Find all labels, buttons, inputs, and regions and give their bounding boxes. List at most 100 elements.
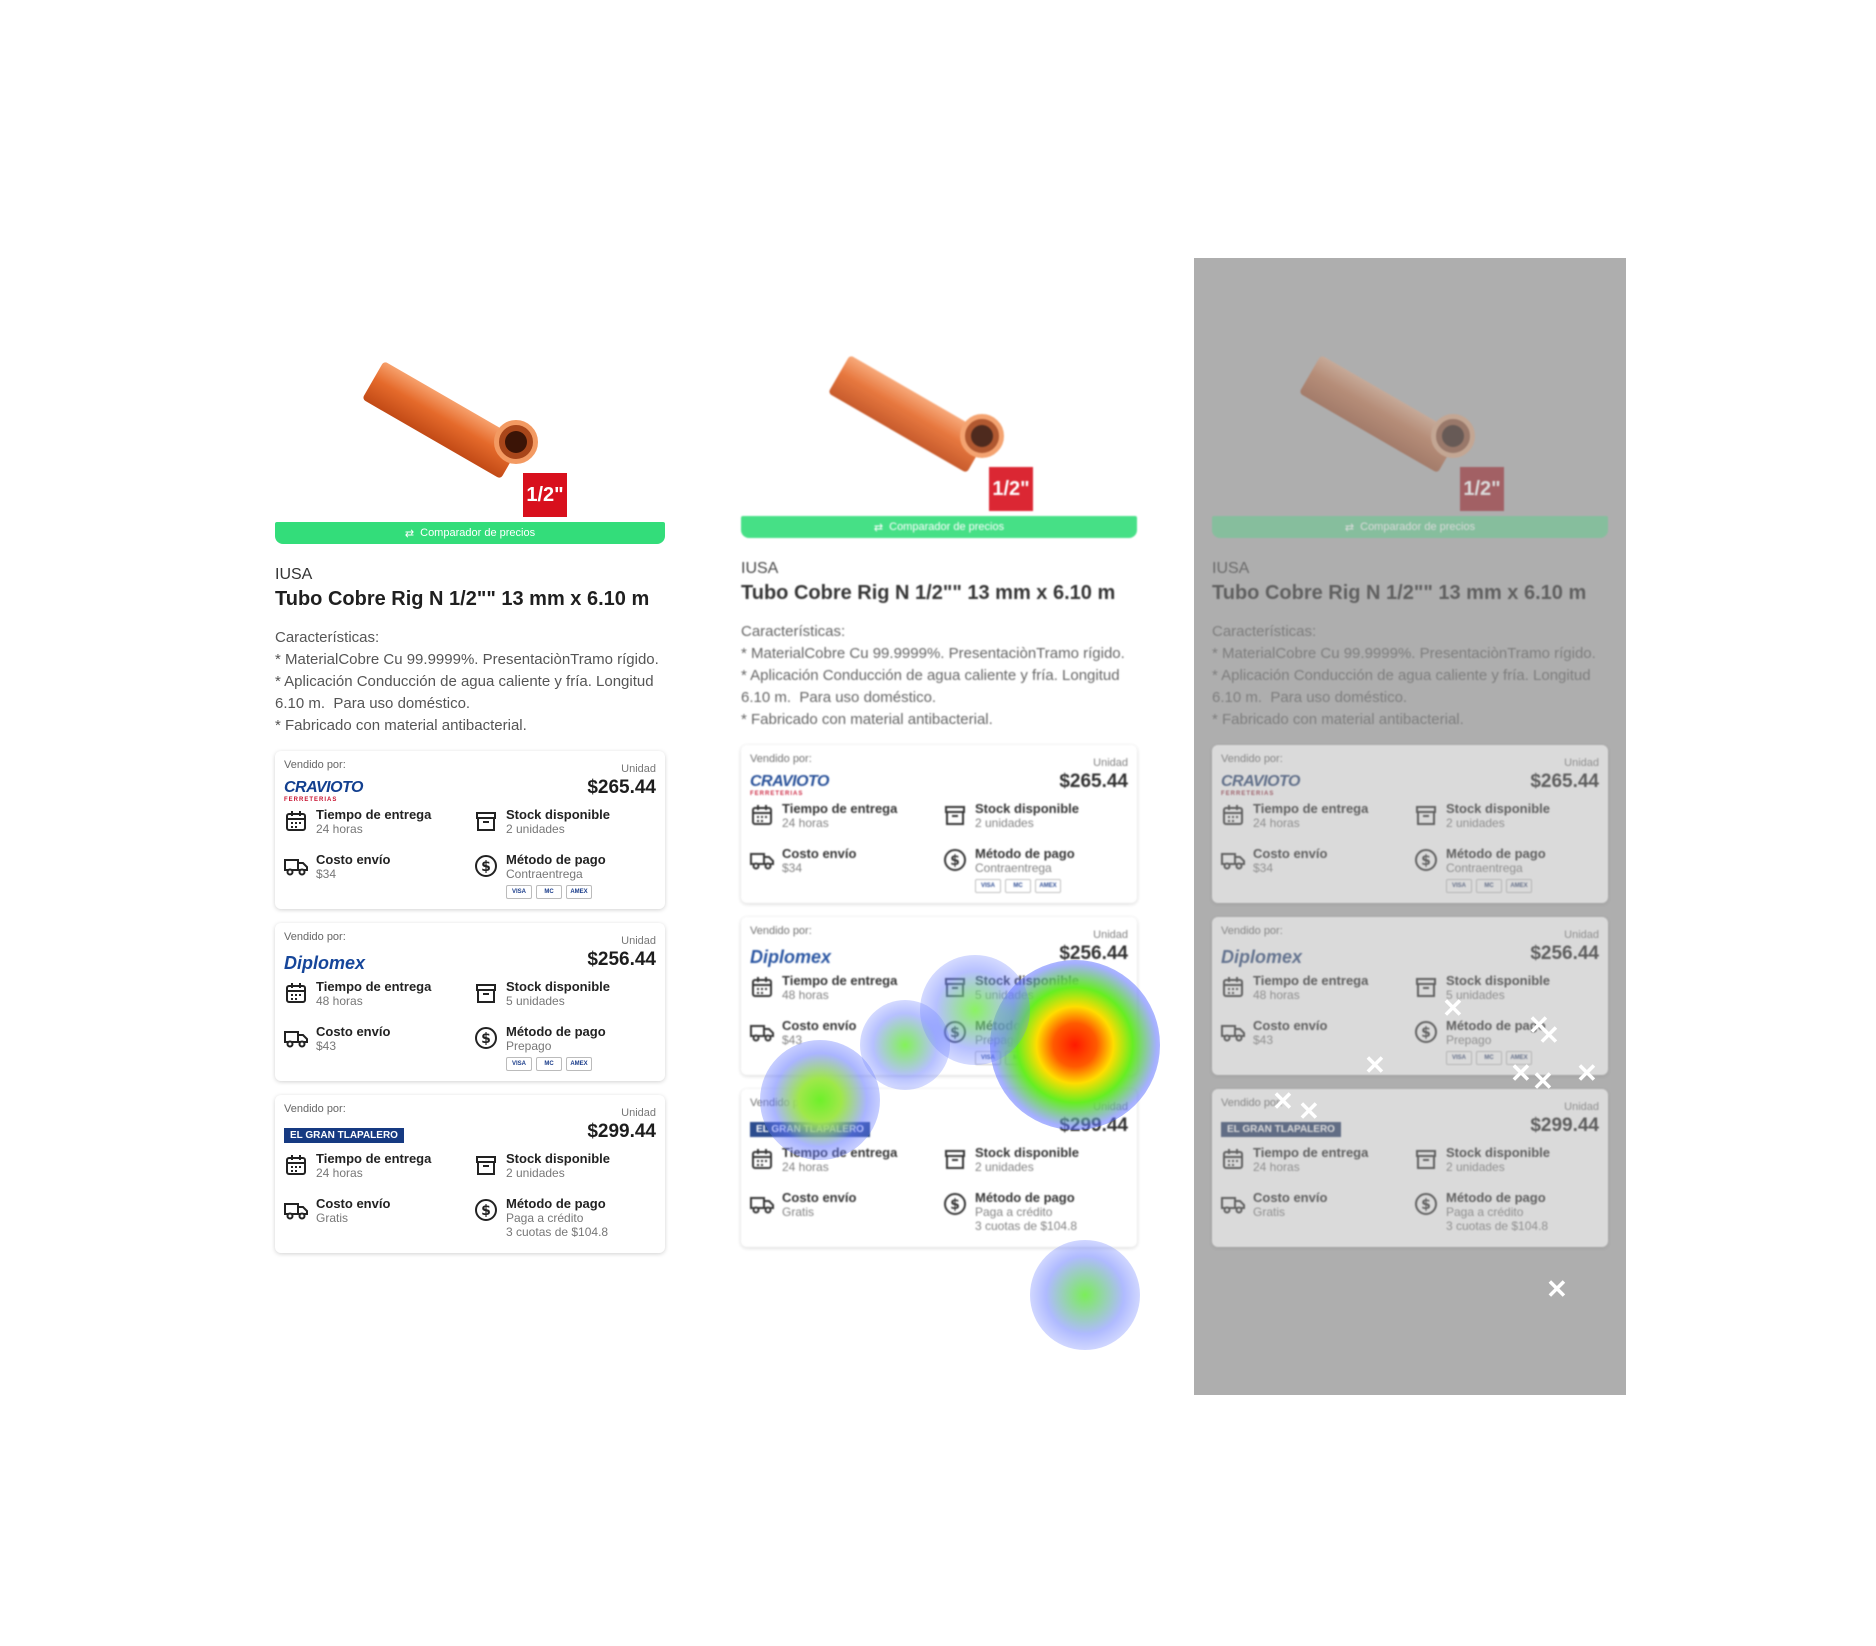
offer-card[interactable]: Vendido por: Diplomex Unidad $256.44 Tie…: [741, 917, 1137, 1075]
product-image: 1/2": [741, 324, 1137, 516]
desc-line: * MaterialCobre Cu 99.9999%. Presentaciò…: [741, 645, 1125, 662]
calendar-icon: [284, 981, 308, 1005]
dollar-circle-icon: $: [943, 1020, 967, 1044]
delivery-time: Tiempo de entrega 48 horas: [1221, 973, 1406, 1002]
delivery-time: Tiempo de entrega 24 horas: [1221, 1145, 1406, 1174]
offer-card[interactable]: Vendido por: EL GRAN TLAPALERO Unidad $2…: [741, 1089, 1137, 1247]
offer-price: $299.44: [1530, 1115, 1599, 1136]
stock-value: 2 unidades: [975, 1160, 1034, 1174]
tlapalero-logo: EL GRAN TLAPALERO: [750, 1121, 870, 1137]
payment-value: Prepago: [506, 1039, 552, 1053]
payment-label: Método de pago: [506, 1196, 606, 1211]
delivery-value: 24 horas: [1253, 816, 1300, 830]
diplomex-logo: Diplomex: [284, 952, 366, 973]
delivery-value: 24 horas: [316, 822, 363, 836]
svg-text:$: $: [481, 1203, 491, 1219]
truck-icon: [1221, 1020, 1245, 1044]
shipping-value: $43: [1253, 1033, 1274, 1047]
gaze-fixation-marker: ✕: [1532, 1066, 1554, 1096]
delivery-value: 24 horas: [1253, 1160, 1300, 1174]
product-title: Tubo Cobre Rig N 1/2"" 13 mm x 6.10 m: [741, 582, 1116, 604]
delivery-value: 24 horas: [782, 816, 829, 830]
dollar-circle-icon: $: [474, 1198, 498, 1222]
truck-icon: [750, 1192, 774, 1216]
tlapalero-logo: EL GRAN TLAPALERO: [284, 1127, 404, 1143]
svg-text:$: $: [481, 1031, 491, 1047]
delivery-time: Tiempo de entrega 24 horas: [284, 807, 466, 836]
delivery-value: 48 horas: [782, 988, 829, 1002]
shipping-value: $34: [316, 867, 337, 881]
calendar-icon: [1221, 1147, 1245, 1171]
unit-label: Unidad: [621, 1107, 656, 1119]
payment-card-icon: AMEX: [566, 885, 592, 899]
stock-label: Stock disponible: [975, 1145, 1080, 1160]
shipping-cost: Costo envío $34: [750, 846, 935, 893]
offer-price: $265.44: [1059, 771, 1128, 792]
payment-label: Método de pago: [975, 846, 1075, 861]
pipe-opening: [1431, 414, 1475, 458]
payment-method: $ Método de pago Prepago VISA MC AMEX: [943, 1018, 1128, 1065]
pipe-opening: [494, 420, 538, 464]
shipping-cost: Costo envío Gratis: [284, 1196, 466, 1243]
payment-card-icon: VISA: [1446, 1051, 1472, 1065]
offer-card[interactable]: Vendido por: Diplomex Unidad $256.44 Tie…: [275, 923, 665, 1081]
payment-method: $ Método de pago Contraentrega VISA MC AME…: [474, 852, 656, 899]
stock-available: Stock disponible 2 unidades: [474, 1151, 656, 1180]
size-badge: 1/2": [523, 473, 567, 517]
compare-prices-bar[interactable]: ⇄ Comparador de precios: [275, 522, 665, 544]
offer-card[interactable]: Vendido por: CRAVIOTO FERRETERIAS Unidad …: [275, 751, 665, 909]
archive-box-icon: [1414, 803, 1438, 827]
payment-value: Contraentrega: [506, 867, 583, 881]
seller-name: CRAVIOTO: [750, 773, 829, 790]
offer-price: $256.44: [1059, 943, 1128, 964]
heatmap-hotspot-payment: [1030, 1240, 1140, 1350]
payment-label: Método de pago: [1446, 846, 1546, 861]
shipping-cost: Costo envío $43: [284, 1024, 466, 1071]
truck-icon: [750, 1020, 774, 1044]
desc-line: * Fabricado con material antibacterial.: [741, 711, 993, 728]
sold-by-label: Vendido por:: [750, 753, 812, 765]
unit-label: Unidad: [1564, 929, 1599, 941]
shipping-cost: Costo envío $34: [1221, 846, 1406, 893]
archive-box-icon: [1414, 975, 1438, 999]
stock-label: Stock disponible: [975, 973, 1080, 988]
delivery-value: 24 horas: [316, 1166, 363, 1180]
payment-badges: VISA MC AMEX: [506, 885, 606, 899]
payment-card-icon: AMEX: [566, 1057, 592, 1071]
offer-card[interactable]: Vendido por: CRAVIOTO FERRETERIAS Unidad …: [1212, 745, 1608, 903]
shipping-label: Costo envío: [316, 1024, 391, 1039]
compare-prices-bar[interactable]: ⇄ Comparador de precios: [741, 516, 1137, 538]
unit-label: Unidad: [621, 763, 656, 775]
truck-icon: [750, 848, 774, 872]
offer-price: $256.44: [1530, 943, 1599, 964]
calendar-icon: [750, 803, 774, 827]
unit-label: Unidad: [1093, 1101, 1128, 1113]
payment-card-icon: VISA: [1446, 879, 1472, 893]
desc-line: * Aplicación Conducción de agua caliente…: [741, 667, 1124, 706]
seller-logo: Diplomex: [1221, 945, 1302, 969]
delivery-label: Tiempo de entrega: [782, 1145, 898, 1160]
truck-icon: [284, 1026, 308, 1050]
payment-card-icon: MC: [1476, 1051, 1502, 1065]
truck-icon: [284, 1198, 308, 1222]
seller-sub: FERRETERIAS: [1221, 791, 1275, 797]
compare-arrows-icon: ⇄: [404, 527, 415, 540]
desc-line: * MaterialCobre Cu 99.9999%. Presentaciò…: [275, 651, 659, 668]
truck-icon: [284, 854, 308, 878]
payment-method: $ Método de pago Prepago VISA MC AMEX: [474, 1024, 656, 1071]
payment-card-icon: MC: [1476, 879, 1502, 893]
seller-logo: Diplomex: [284, 951, 365, 975]
product-title: Tubo Cobre Rig N 1/2"" 13 mm x 6.10 m: [275, 588, 650, 610]
unit-label: Unidad: [621, 935, 656, 947]
diplomex-logo: Diplomex: [1221, 946, 1303, 967]
delivery-time: Tiempo de entrega 24 horas: [284, 1151, 466, 1180]
sold-by-label: Vendido por:: [750, 925, 812, 937]
compare-prices-bar[interactable]: ⇄ Comparador de precios: [1212, 516, 1608, 538]
stock-available: Stock disponible 5 unidades: [474, 979, 656, 1008]
svg-text:$: $: [481, 859, 491, 875]
seller-logo: EL GRAN TLAPALERO: [284, 1123, 404, 1147]
sold-by-label: Vendido por:: [284, 759, 346, 771]
offer-card[interactable]: Vendido por: CRAVIOTO FERRETERIAS Unidad …: [741, 745, 1137, 903]
offer-card[interactable]: Vendido por: Diplomex Unidad $256.44 Tie…: [1212, 917, 1608, 1075]
offer-card[interactable]: Vendido por: EL GRAN TLAPALERO Unidad $2…: [275, 1095, 665, 1253]
